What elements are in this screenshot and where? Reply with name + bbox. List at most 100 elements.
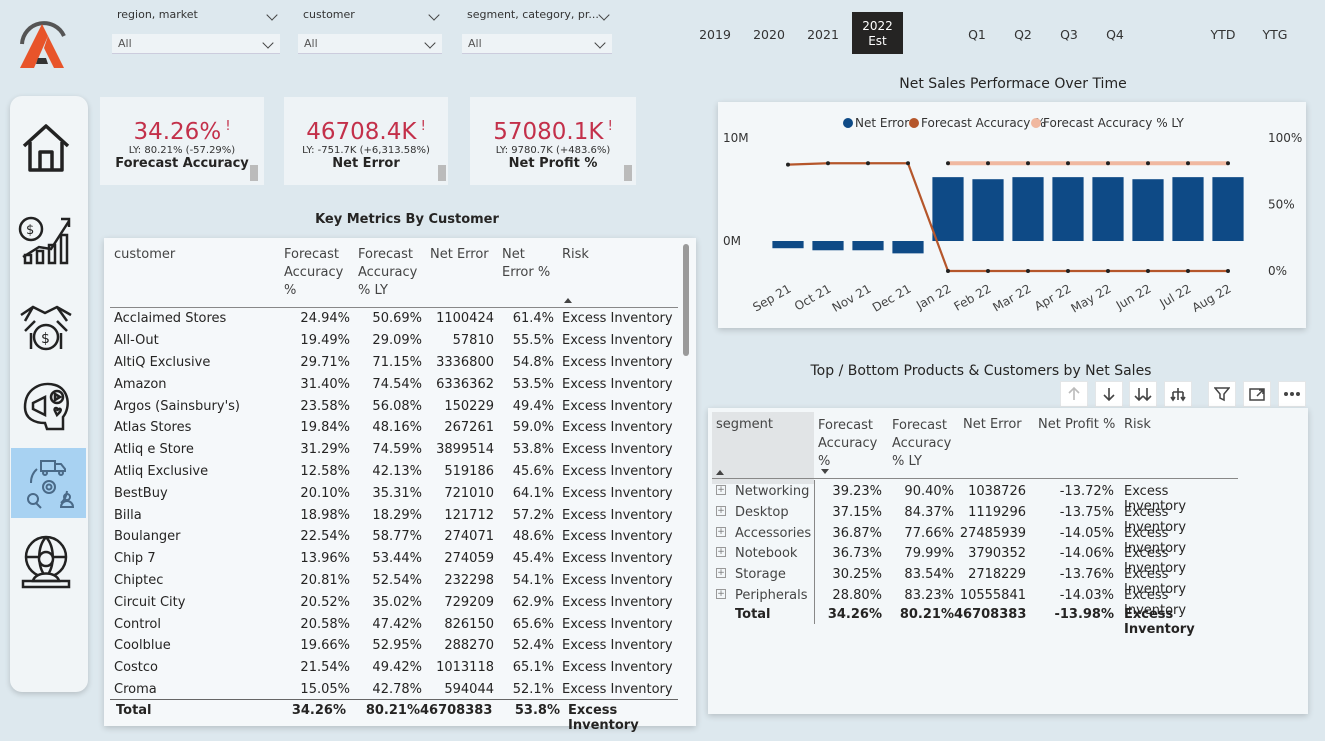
col-header-segment[interactable]: segment — [716, 417, 773, 432]
table-row[interactable]: Chiptec 20.81% 52.54% 232298 54.1% Excess Inv… — [110, 570, 678, 592]
period-button-ytg[interactable]: YTG — [1252, 27, 1298, 42]
filter-value[interactable]: All — [462, 34, 612, 54]
next-level-button[interactable] — [1129, 381, 1157, 407]
filter-segment[interactable]: segment, category, pr... All — [462, 8, 612, 54]
risk-cell: Excess Inventory — [562, 551, 673, 567]
nav-sales[interactable]: $ — [10, 290, 82, 362]
table-row[interactable]: + Notebook 36.73% 79.99% 3790352 -14.06% Exces… — [708, 544, 1248, 576]
col-header-net-error[interactable]: Net Error — [963, 417, 1022, 432]
forecast-accuracy-cell: 12.58% — [300, 463, 350, 479]
table-row[interactable]: + Accessories 36.87% 77.66% 27485939 -14.05% E… — [708, 524, 1248, 556]
col-header-forecast-accuracy[interactable]: Forecast Accuracy % — [818, 417, 884, 471]
net-error-cell: 721010 — [444, 485, 494, 501]
right-axis-tick: 50% — [1268, 198, 1295, 212]
quarter-button-q2[interactable]: Q2 — [1003, 27, 1043, 42]
sort-ascending-icon — [716, 470, 724, 475]
col-header-net-error[interactable]: Net Error — [426, 242, 498, 308]
sort-ascending-icon — [564, 298, 572, 303]
expand-icon[interactable]: + — [716, 505, 726, 516]
col-header-forecast-accuracy[interactable]: Forecast Accuracy % — [280, 242, 354, 308]
forecast-accuracy-ly-cell: 58.77% — [372, 529, 422, 545]
col-header-forecast-accuracy-ly[interactable]: Forecast Accuracy % LY — [354, 242, 426, 308]
quarter-button-q1[interactable]: Q1 — [957, 27, 997, 42]
risk-cell: Excess Inventory — [562, 398, 673, 414]
focus-mode-button[interactable] — [1243, 381, 1271, 407]
table-row[interactable]: Boulanger 22.54% 58.77% 274071 48.6% Excess I… — [110, 526, 678, 548]
kpi-title: Net Profit % — [508, 156, 598, 171]
forecast-accuracy-cell: 31.29% — [300, 442, 350, 458]
expand-hierarchy-button[interactable] — [1164, 381, 1192, 407]
net-error-bar — [1212, 177, 1244, 242]
more-options-button[interactable] — [1278, 381, 1306, 407]
filter-customer[interactable]: customer All — [298, 8, 442, 54]
table-row[interactable]: All-Out 19.49% 29.09% 57810 55.5% Excess Inve… — [110, 330, 678, 352]
net-error-cell: 519186 — [444, 463, 494, 479]
customer-cell: Amazon — [114, 376, 167, 392]
table-row[interactable]: + Storage 30.25% 83.54% 2718229 -13.76% Excess… — [708, 565, 1248, 597]
nav-executive[interactable] — [10, 526, 82, 598]
risk-cell: Excess Inventory — [562, 594, 673, 610]
filter-value[interactable]: All — [112, 34, 280, 54]
risk-cell: Excess Inventory — [562, 376, 673, 392]
col-header-risk[interactable]: Risk — [558, 242, 678, 308]
period-button-ytd[interactable]: YTD — [1200, 27, 1246, 42]
kpi-ly: LY: 80.21% (-57.29%) — [128, 145, 236, 156]
table-row[interactable]: Costco 21.54% 49.42% 1013118 65.1% Excess Inv… — [110, 657, 678, 679]
year-button-2019[interactable]: 2019 — [690, 27, 740, 42]
table-row[interactable]: Croma 15.05% 42.78% 594044 52.1% Excess Inven… — [110, 679, 678, 701]
net-error-cell: 1038726 — [968, 484, 1026, 499]
table-row[interactable]: + Desktop 37.15% 84.37% 1119296 -13.75% Excess… — [708, 503, 1248, 535]
table-row[interactable]: Circuit City 20.52% 35.02% 729209 62.9% Exces… — [110, 591, 678, 613]
net-error-pct-cell: 54.1% — [512, 572, 554, 588]
x-axis-tick: Feb 22 — [952, 281, 994, 313]
nav-marketing[interactable] — [10, 370, 82, 442]
col-header-net-profit[interactable]: Net Profit % — [1038, 417, 1115, 432]
table-row[interactable]: BestBuy 20.10% 35.31% 721010 64.1% Excess Inv… — [110, 482, 678, 504]
year-button-2022-est[interactable]: 2022 Est — [852, 12, 903, 54]
nav-supply-chain[interactable] — [11, 448, 86, 518]
table-row[interactable]: Control 20.58% 47.42% 826150 65.6% Excess Inv… — [110, 613, 678, 635]
table-row[interactable]: Atliq Exclusive 12.58% 42.13% 519186 45.6% Ex… — [110, 461, 678, 483]
col-header-net-error-pct[interactable]: Net Error % — [498, 242, 558, 308]
table-row[interactable]: AltiQ Exclusive 29.71% 71.15% 3336800 54.8% E… — [110, 352, 678, 374]
net-error-cell: 121712 — [444, 507, 494, 523]
table-row[interactable]: Atlas Stores 19.84% 48.16% 267261 59.0% Exces… — [110, 417, 678, 439]
filter-region-market[interactable]: region, market All — [112, 8, 280, 54]
table-row[interactable]: Chip 7 13.96% 53.44% 274059 45.4% Excess Inve… — [110, 548, 678, 570]
table-row[interactable]: + Peripherals 28.80% 83.23% 10555841 -14.03% E… — [708, 586, 1248, 618]
expand-icon[interactable]: + — [716, 568, 726, 579]
table-row[interactable]: Argos (Sainsbury's) 23.58% 56.08% 150229 49.… — [110, 395, 678, 417]
nav-finance[interactable]: $ — [10, 200, 82, 272]
quarter-button-q3[interactable]: Q3 — [1049, 27, 1089, 42]
net-error-bar — [1012, 177, 1044, 242]
quarter-button-q4[interactable]: Q4 — [1095, 27, 1135, 42]
net-profit-cell: -13.76% — [1059, 567, 1114, 583]
expand-icon[interactable]: + — [716, 589, 726, 599]
drill-up-button[interactable] — [1060, 381, 1088, 407]
year-button-2021[interactable]: 2021 — [798, 27, 848, 42]
kpi-ly: LY: 9780.7K (+483.6%) — [495, 145, 611, 156]
year-button-2020[interactable]: 2020 — [744, 27, 794, 42]
filter-button[interactable] — [1208, 381, 1236, 407]
table-row[interactable]: Acclaimed Stores 24.94% 50.69% 1100424 61.4%… — [110, 308, 678, 330]
table-row[interactable]: Coolblue 19.66% 52.95% 288270 52.4% Excess In… — [110, 635, 678, 657]
net-error-cell: 3336800 — [436, 354, 494, 370]
col-header-risk[interactable]: Risk — [1124, 417, 1151, 432]
forecast-accuracy-point — [946, 269, 950, 274]
table-row[interactable]: Amazon 31.40% 74.54% 6336362 53.5% Excess Inv… — [110, 373, 678, 395]
col-header-customer[interactable]: customer — [110, 242, 280, 308]
vertical-scrollbar[interactable] — [683, 244, 689, 356]
segment-cell: Storage — [735, 567, 786, 583]
nav-home[interactable] — [10, 112, 82, 184]
filter-value[interactable]: All — [298, 34, 442, 54]
drill-down-button[interactable] — [1095, 381, 1123, 407]
table-row[interactable]: Billa 18.98% 18.29% 121712 57.2% Excess Inven… — [110, 504, 678, 526]
legend-marker — [843, 118, 853, 128]
risk-cell: Excess Inventory — [562, 420, 673, 436]
col-header-forecast-accuracy-ly[interactable]: Forecast Accuracy % LY — [892, 417, 954, 471]
table-row[interactable]: Atliq e Store 31.29% 74.59% 3899514 53.8% Exc… — [110, 439, 678, 461]
expand-icon[interactable]: + — [716, 547, 726, 558]
table-row[interactable]: + Networking 39.23% 90.40% 1038726 -13.72% Exc… — [708, 482, 1248, 514]
expand-icon[interactable]: + — [716, 485, 726, 495]
expand-icon[interactable]: + — [716, 526, 726, 537]
